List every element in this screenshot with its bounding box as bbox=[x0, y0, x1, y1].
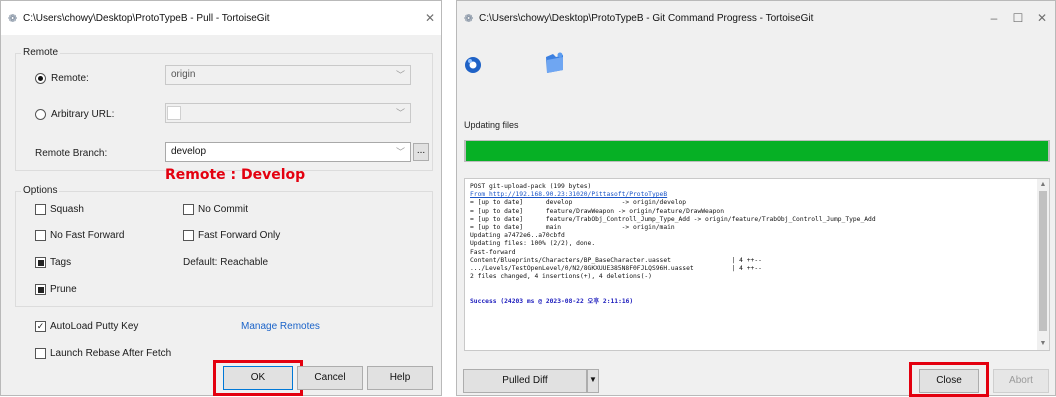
close-icon[interactable]: ✕ bbox=[1031, 8, 1053, 28]
remote-radio-label: Remote: bbox=[51, 73, 89, 84]
progress-track bbox=[464, 140, 1050, 162]
dropdown-arrow-icon: ▼ bbox=[589, 375, 597, 384]
log-line: POST git-upload-pack (199 bytes) bbox=[470, 183, 592, 190]
remote-select-value: origin bbox=[171, 69, 196, 80]
remote-annotation: Remote : Develop bbox=[165, 167, 306, 183]
checkbox-empty-icon bbox=[35, 230, 46, 241]
log-line: = [up to date] feature/TrabObj_Controll_… bbox=[470, 215, 876, 223]
help-button[interactable]: Help bbox=[367, 366, 433, 390]
maximize-icon[interactable]: ☐ bbox=[1007, 8, 1029, 28]
status-circle-icon bbox=[465, 57, 481, 73]
tortoisegit-icon: ❁ bbox=[8, 13, 18, 25]
log-lines: POST git-upload-pack (199 bytes) From htt… bbox=[470, 183, 876, 306]
url-color-swatch bbox=[167, 106, 181, 120]
squash-checkbox[interactable]: Squash bbox=[35, 204, 84, 215]
folder-icon bbox=[546, 52, 563, 73]
pulled-diff-dropdown[interactable]: ▼ bbox=[587, 369, 599, 393]
remote-branch-label: Remote Branch: bbox=[35, 148, 108, 159]
no-commit-label: No Commit bbox=[198, 204, 249, 215]
checkbox-indeterminate-icon bbox=[35, 284, 46, 295]
log-line: Fast-forward bbox=[470, 248, 516, 256]
squash-label: Squash bbox=[50, 204, 84, 215]
progress-status-text: Updating files bbox=[464, 120, 519, 130]
log-line: Updating a7472e6..a70cbfd bbox=[470, 232, 565, 240]
no-fast-forward-label: No Fast Forward bbox=[50, 230, 125, 241]
pulled-diff-button[interactable]: Pulled Diff bbox=[463, 369, 587, 393]
scroll-down-icon[interactable]: ▼ bbox=[1037, 338, 1049, 350]
log-line: = [up to date] main -> origin/main bbox=[470, 224, 675, 232]
log-line: 2 files changed, 4 insertions(+), 4 dele… bbox=[470, 273, 652, 281]
close-highlight-box bbox=[909, 362, 989, 397]
minimize-icon[interactable]: – bbox=[983, 8, 1005, 28]
abort-button: Abort bbox=[993, 369, 1049, 393]
log-line: .../Levels/TestOpenLevel/0/N2/8GKXUUE385… bbox=[470, 265, 762, 273]
launch-rebase-label: Launch Rebase After Fetch bbox=[50, 348, 172, 359]
log-line: = [up to date] develop -> origin/develop bbox=[470, 199, 687, 207]
autoload-putty-checkbox[interactable]: ✓ AutoLoad Putty Key bbox=[35, 321, 138, 332]
tortoisegit-icon: ❁ bbox=[464, 13, 474, 25]
remote-group-label: Remote bbox=[21, 47, 61, 58]
checkbox-empty-icon bbox=[35, 348, 46, 359]
progress-bar-fill bbox=[465, 140, 1049, 162]
progress-titlebar[interactable]: ❁ C:\Users\chowy\Desktop\ProtoTypeB - Gi… bbox=[457, 1, 1055, 35]
log-line: From http://192.168.90.23:31020/Pittasof… bbox=[470, 191, 668, 199]
chevron-down-icon: ﹀ bbox=[395, 108, 405, 118]
tags-label: Tags bbox=[50, 257, 72, 268]
scroll-thumb[interactable] bbox=[1039, 191, 1047, 331]
scroll-up-icon[interactable]: ▲ bbox=[1037, 179, 1049, 191]
no-commit-checkbox[interactable]: No Commit bbox=[183, 204, 248, 215]
arbitrary-url-label: Arbitrary URL: bbox=[51, 109, 115, 120]
close-icon[interactable]: ✕ bbox=[419, 8, 441, 28]
radio-unselected-icon bbox=[35, 109, 46, 120]
checkbox-indeterminate-icon bbox=[35, 257, 46, 268]
ok-highlight-box bbox=[213, 360, 303, 396]
fast-forward-only-label: Fast Forward Only bbox=[198, 230, 281, 241]
manage-remotes-link[interactable]: Manage Remotes bbox=[241, 321, 320, 332]
pull-window-title: C:\Users\chowy\Desktop\ProtoTypeB - Pull… bbox=[23, 13, 270, 24]
log-line: Updating files: 100% (2/2), done. bbox=[470, 240, 596, 248]
prune-label: Prune bbox=[50, 284, 77, 295]
cancel-button[interactable]: Cancel bbox=[297, 366, 363, 390]
chevron-down-icon: ﹀ bbox=[395, 147, 405, 157]
pull-titlebar[interactable]: ❁ C:\Users\chowy\Desktop\ProtoTypeB - Pu… bbox=[1, 1, 441, 35]
arbitrary-url-select: ﹀ bbox=[165, 103, 411, 123]
radio-selected-icon bbox=[35, 73, 46, 84]
checkbox-empty-icon bbox=[183, 204, 194, 215]
chevron-down-icon: ﹀ bbox=[395, 70, 405, 80]
command-log[interactable]: POST git-upload-pack (199 bytes) From htt… bbox=[464, 178, 1050, 351]
checkmark-icon: ✓ bbox=[35, 321, 46, 332]
prune-checkbox[interactable]: Prune bbox=[35, 284, 77, 295]
browse-branch-button[interactable]: ... bbox=[413, 143, 429, 161]
remote-select[interactable]: origin ﹀ bbox=[165, 65, 411, 85]
progress-dialog: ❁ C:\Users\chowy\Desktop\ProtoTypeB - Gi… bbox=[456, 0, 1056, 397]
remote-branch-select[interactable]: develop ﹀ bbox=[165, 142, 411, 162]
launch-rebase-checkbox[interactable]: Launch Rebase After Fetch bbox=[35, 348, 171, 359]
fast-forward-only-checkbox[interactable]: Fast Forward Only bbox=[183, 230, 280, 241]
tags-default-label: Default: Reachable bbox=[183, 257, 269, 268]
log-line: Success (24203 ms @ 2023-08-22 오후 2:11:1… bbox=[470, 297, 634, 305]
checkbox-empty-icon bbox=[35, 204, 46, 215]
no-fast-forward-checkbox[interactable]: No Fast Forward bbox=[35, 230, 124, 241]
log-line: = [up to date] feature/DrawWeapon -> ori… bbox=[470, 207, 725, 215]
log-line: Content/Blueprints/Characters/BP_BaseCha… bbox=[470, 256, 762, 264]
autoload-putty-label: AutoLoad Putty Key bbox=[50, 321, 139, 332]
progress-window-title: C:\Users\chowy\Desktop\ProtoTypeB - Git … bbox=[479, 13, 814, 24]
remote-branch-value: develop bbox=[171, 146, 207, 157]
tags-checkbox[interactable]: Tags bbox=[35, 257, 71, 268]
checkbox-empty-icon bbox=[183, 230, 194, 241]
arbitrary-url-radio[interactable]: Arbitrary URL: bbox=[35, 109, 114, 120]
remote-radio[interactable]: Remote: bbox=[35, 73, 89, 84]
log-scrollbar[interactable]: ▲ ▼ bbox=[1037, 179, 1049, 350]
pull-dialog: ❁ C:\Users\chowy\Desktop\ProtoTypeB - Pu… bbox=[0, 0, 442, 396]
options-group-label: Options bbox=[21, 185, 60, 196]
